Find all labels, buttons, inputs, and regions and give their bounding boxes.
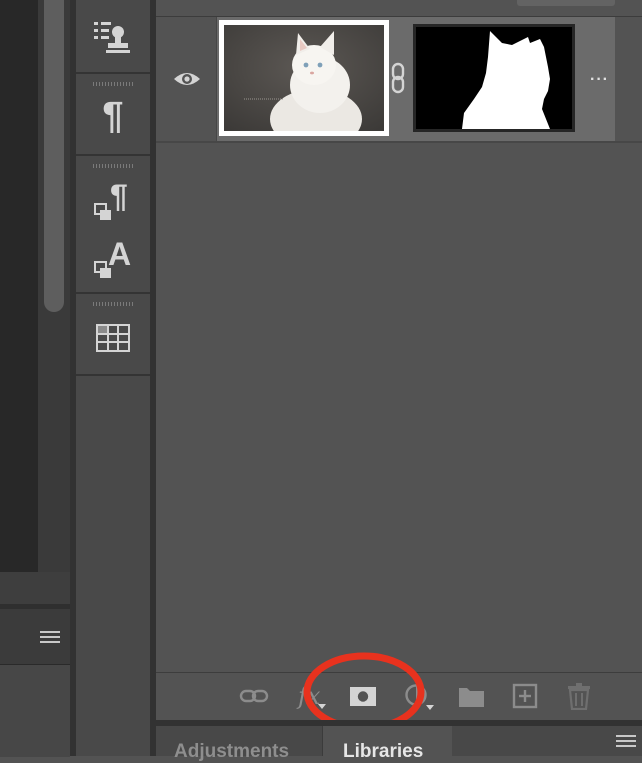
left-panel-body (0, 664, 70, 757)
collapsed-panel-strip: ¶ ¶ A (76, 0, 151, 756)
panel-menu-icon[interactable] (616, 734, 636, 748)
pilcrow-icon[interactable]: ¶ (76, 96, 150, 136)
folder-icon[interactable] (457, 682, 487, 710)
tab-libraries-label: Libraries (343, 741, 424, 762)
dropdown-triangle-icon (426, 705, 434, 710)
character-styles-icon[interactable]: A (76, 236, 150, 280)
paragraph-styles-glyph: ¶ (110, 178, 128, 214)
trash-icon[interactable] (564, 682, 594, 710)
character-styles-glyph: A (108, 236, 132, 272)
panel-menu-icon[interactable] (40, 630, 60, 644)
filter-control-edge[interactable] (517, 0, 615, 6)
link-icon[interactable] (239, 682, 269, 710)
layer-options-button[interactable]: ··· (590, 72, 610, 88)
paragraph-styles-icon[interactable]: ¶ (76, 178, 150, 222)
tool-group-styles: ¶ A (76, 156, 150, 294)
tab-adjustments-label: Adjustments (174, 741, 290, 762)
tool-group-paragraph: ¶ (76, 74, 150, 156)
vertical-scrollbar[interactable] (44, 0, 64, 312)
stamp-list-icon[interactable] (76, 18, 150, 56)
kitten-photo (224, 25, 384, 131)
layer-thumbnail[interactable] (224, 25, 384, 131)
layer-mask-silhouette (416, 27, 572, 129)
tab-bar-filler (452, 726, 642, 756)
tab-adjustments[interactable]: Adjustments (156, 726, 322, 762)
panel-grip[interactable] (93, 82, 133, 86)
grid-table-icon[interactable] (76, 324, 150, 352)
eye-icon[interactable] (173, 70, 201, 88)
layer-mask-thumbnail[interactable] (416, 27, 572, 129)
horizontal-scrollbar-track[interactable] (0, 572, 70, 604)
tab-libraries[interactable]: Libraries (322, 726, 454, 762)
panel-grip[interactable] (93, 164, 133, 168)
chain-link-icon[interactable] (390, 62, 406, 94)
row-divider (156, 141, 642, 143)
tool-group-clone-source (76, 0, 150, 74)
canvas-area[interactable] (0, 0, 38, 572)
plus-square-icon[interactable] (510, 682, 540, 710)
tool-group-tables (76, 294, 150, 376)
panel-grip[interactable] (93, 302, 133, 306)
